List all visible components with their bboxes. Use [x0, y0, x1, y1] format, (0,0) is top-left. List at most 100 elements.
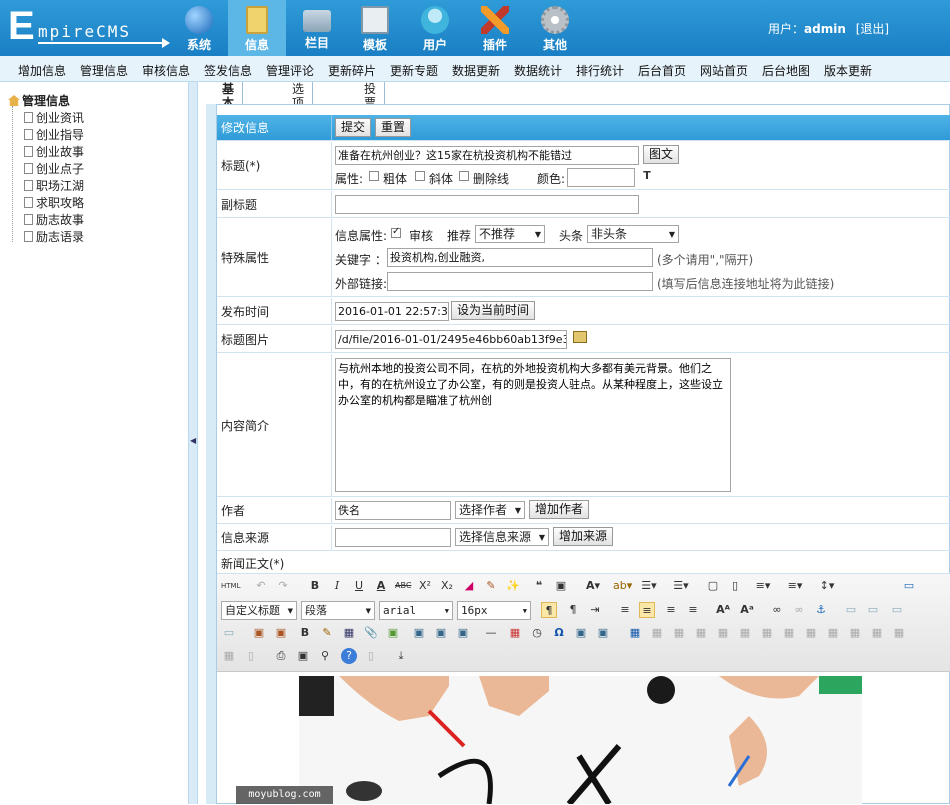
font-family-select[interactable]: arial — [379, 601, 453, 620]
print-preview-icon[interactable]: ▣ — [295, 648, 311, 664]
drafts-icon[interactable]: ▯ — [363, 648, 379, 664]
redo-icon[interactable]: ↷ — [275, 578, 291, 594]
blockquote-icon[interactable]: ❝ — [531, 578, 547, 594]
pic-text-button[interactable]: 图文 — [643, 145, 680, 164]
title-pic-input[interactable]: /d/file/2016-01-01/2495e46bb60ab13f9e3fd — [335, 330, 567, 349]
to-lowercase-icon[interactable]: Aᵃ — [739, 602, 755, 618]
nav-info[interactable]: 信息 — [228, 0, 286, 56]
ltr-direction-icon[interactable]: ¶ — [541, 602, 557, 618]
emotion-icon[interactable]: B — [297, 625, 313, 641]
split-rows-icon[interactable]: ▦ — [869, 625, 885, 641]
menu-data-update[interactable]: 数据更新 — [452, 62, 500, 79]
source-select[interactable]: 选择信息来源 — [455, 528, 549, 546]
insert-code-icon[interactable]: ▣ — [411, 625, 427, 641]
image-right-icon[interactable]: ▭ — [889, 602, 905, 618]
bold-icon[interactable]: B — [307, 578, 323, 594]
menu-admin-home[interactable]: 后台首页 — [638, 62, 686, 79]
add-author-button[interactable]: 增加作者 — [529, 500, 590, 519]
row-spacing-top-icon[interactable]: ≡▾ — [755, 578, 771, 594]
italic-checkbox[interactable] — [415, 171, 425, 181]
summary-textarea[interactable]: 与杭州本地的投资公司不同，在杭的外地投资机构大多都有美元背景。他们之中，有的在杭… — [335, 358, 731, 492]
logout-link[interactable]: [退出] — [856, 22, 889, 36]
paragraph-format-select[interactable]: 段落 — [301, 601, 375, 620]
menu-update-fragments[interactable]: 更新碎片 — [328, 62, 376, 79]
underline-icon[interactable]: U — [351, 578, 367, 594]
unlink-icon[interactable]: ∞ — [791, 602, 807, 618]
italic-icon[interactable]: I — [329, 578, 345, 594]
menu-rank-stats[interactable]: 排行统计 — [576, 62, 624, 79]
find-icon[interactable]: ⚲ — [317, 648, 333, 664]
tree-item[interactable]: 创业故事 — [24, 143, 84, 160]
table-props-icon[interactable]: ▦ — [221, 648, 237, 664]
image-left-icon[interactable]: ▭ — [865, 602, 881, 618]
link-icon[interactable]: ∞ — [769, 602, 785, 618]
insert-image-icon[interactable]: ▣ — [273, 625, 289, 641]
font-border-icon[interactable]: A — [373, 578, 389, 594]
menu-site-home[interactable]: 网站首页 — [700, 62, 748, 79]
custom-style-select[interactable]: 自定义标题 — [221, 601, 297, 620]
keyword-input[interactable]: 投资机构,创业融资, — [387, 248, 653, 267]
panel-splitter[interactable]: ◀ — [188, 82, 198, 804]
author-select[interactable]: 选择作者 — [455, 501, 525, 519]
publish-time-input[interactable]: 2016-01-01 22:57:34 — [335, 302, 449, 321]
insert-col-icon[interactable]: ▦ — [737, 625, 753, 641]
fullscreen-icon[interactable]: ▭ — [901, 578, 917, 594]
audit-checkbox[interactable] — [391, 226, 401, 238]
strike-checkbox[interactable] — [459, 171, 469, 181]
insert-row-icon[interactable]: ▦ — [693, 625, 709, 641]
menu-audit-info[interactable]: 审核信息 — [142, 62, 190, 79]
nav-user[interactable]: 用户 — [406, 0, 464, 56]
menu-manage-comments[interactable]: 管理评论 — [266, 62, 314, 79]
split-cols-icon[interactable]: ▦ — [891, 625, 907, 641]
insert-video-icon[interactable]: ▦ — [341, 625, 357, 641]
to-uppercase-icon[interactable]: Aᴬ — [715, 602, 731, 618]
insert-frame-icon[interactable]: ▣ — [385, 625, 401, 641]
menu-manage-info[interactable]: 管理信息 — [80, 62, 128, 79]
image-none-icon[interactable]: ▭ — [843, 602, 859, 618]
add-source-button[interactable]: 增加来源 — [553, 527, 614, 546]
horizontal-rule-icon[interactable]: — — [483, 625, 499, 641]
nav-other[interactable]: 其他 — [526, 0, 584, 56]
tree-item[interactable]: 创业资讯 — [24, 109, 84, 126]
preview-icon[interactable]: ▣ — [595, 625, 611, 641]
nav-system[interactable]: 系统 — [170, 0, 228, 56]
page-break-icon[interactable]: ▣ — [433, 625, 449, 641]
format-brush-icon[interactable]: ✎ — [483, 578, 499, 594]
align-center-icon[interactable]: ≡ — [639, 602, 655, 618]
search-replace-icon[interactable]: ▣ — [573, 625, 589, 641]
source-input[interactable] — [335, 528, 451, 547]
line-height-icon[interactable]: ↕▾ — [819, 578, 835, 594]
nav-plugin[interactable]: 插件 — [466, 0, 524, 56]
tab-basic-info[interactable]: 基本信息 — [214, 82, 244, 138]
bold-checkbox[interactable] — [369, 171, 379, 181]
anchor-icon[interactable]: ⚓ — [813, 602, 829, 618]
split-cells-icon[interactable]: ▦ — [847, 625, 863, 641]
delete-col-icon[interactable]: ▦ — [759, 625, 775, 641]
tab-vote[interactable]: 投票设置 — [356, 82, 386, 138]
image-select-icon[interactable] — [573, 331, 587, 343]
menu-version-update[interactable]: 版本更新 — [824, 62, 872, 79]
submit-button[interactable]: 提交 — [335, 118, 372, 137]
template-icon[interactable]: ▣ — [455, 625, 471, 641]
select-all-icon[interactable]: ▢ — [705, 578, 721, 594]
simple-upload-icon[interactable]: ▣ — [251, 625, 267, 641]
time-icon[interactable]: ◷ — [529, 625, 545, 641]
date-icon[interactable]: ▦ — [507, 625, 523, 641]
subscript-icon[interactable]: X₂ — [439, 578, 455, 594]
tree-item[interactable]: 励志故事 — [24, 211, 84, 228]
menu-sign-info[interactable]: 签发信息 — [204, 62, 252, 79]
page-break-toggle-icon[interactable]: ⤓ — [393, 648, 409, 664]
tree-item[interactable]: 职场江湖 — [24, 177, 84, 194]
insert-paragraph-before-table-icon[interactable]: ▦ — [671, 625, 687, 641]
font-size-select[interactable]: 16px — [457, 601, 531, 620]
reset-button[interactable]: 重置 — [375, 118, 412, 137]
strikethrough-icon[interactable]: ABC — [395, 578, 411, 594]
background-color-icon[interactable]: ab▾ — [613, 578, 632, 594]
recommend-select[interactable]: 不推荐 — [475, 225, 545, 243]
indent-icon[interactable]: ⇥ — [587, 602, 603, 618]
help-icon[interactable]: ? — [341, 648, 357, 664]
image-center-icon[interactable]: ▭ — [221, 625, 237, 641]
menu-data-stats[interactable]: 数据统计 — [514, 62, 562, 79]
subtitle-input[interactable] — [335, 195, 639, 214]
menu-update-topics[interactable]: 更新专题 — [390, 62, 438, 79]
